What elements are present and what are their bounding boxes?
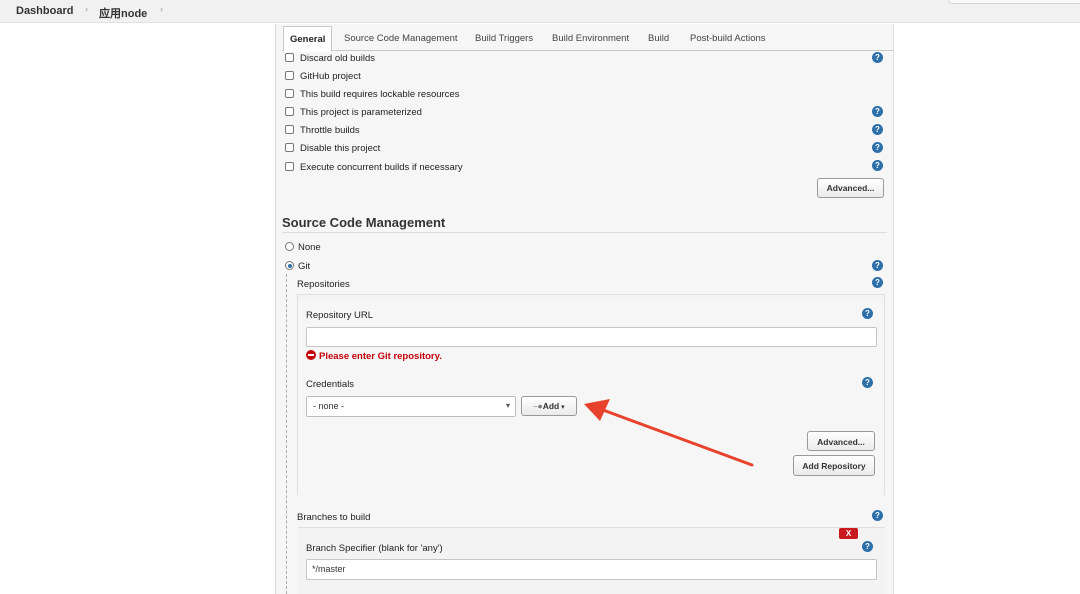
help-icon[interactable]: ? <box>872 510 883 521</box>
branches-to-build-label: Branches to build <box>297 512 371 523</box>
annotation-arrow-icon <box>584 399 754 467</box>
help-icon[interactable]: ? <box>862 541 873 552</box>
branch-specifier-label: Branch Specifier (blank for 'any') <box>306 543 443 554</box>
delete-branch-button[interactable]: X <box>839 528 858 539</box>
branch-specifier-input[interactable]: */master <box>306 559 877 580</box>
